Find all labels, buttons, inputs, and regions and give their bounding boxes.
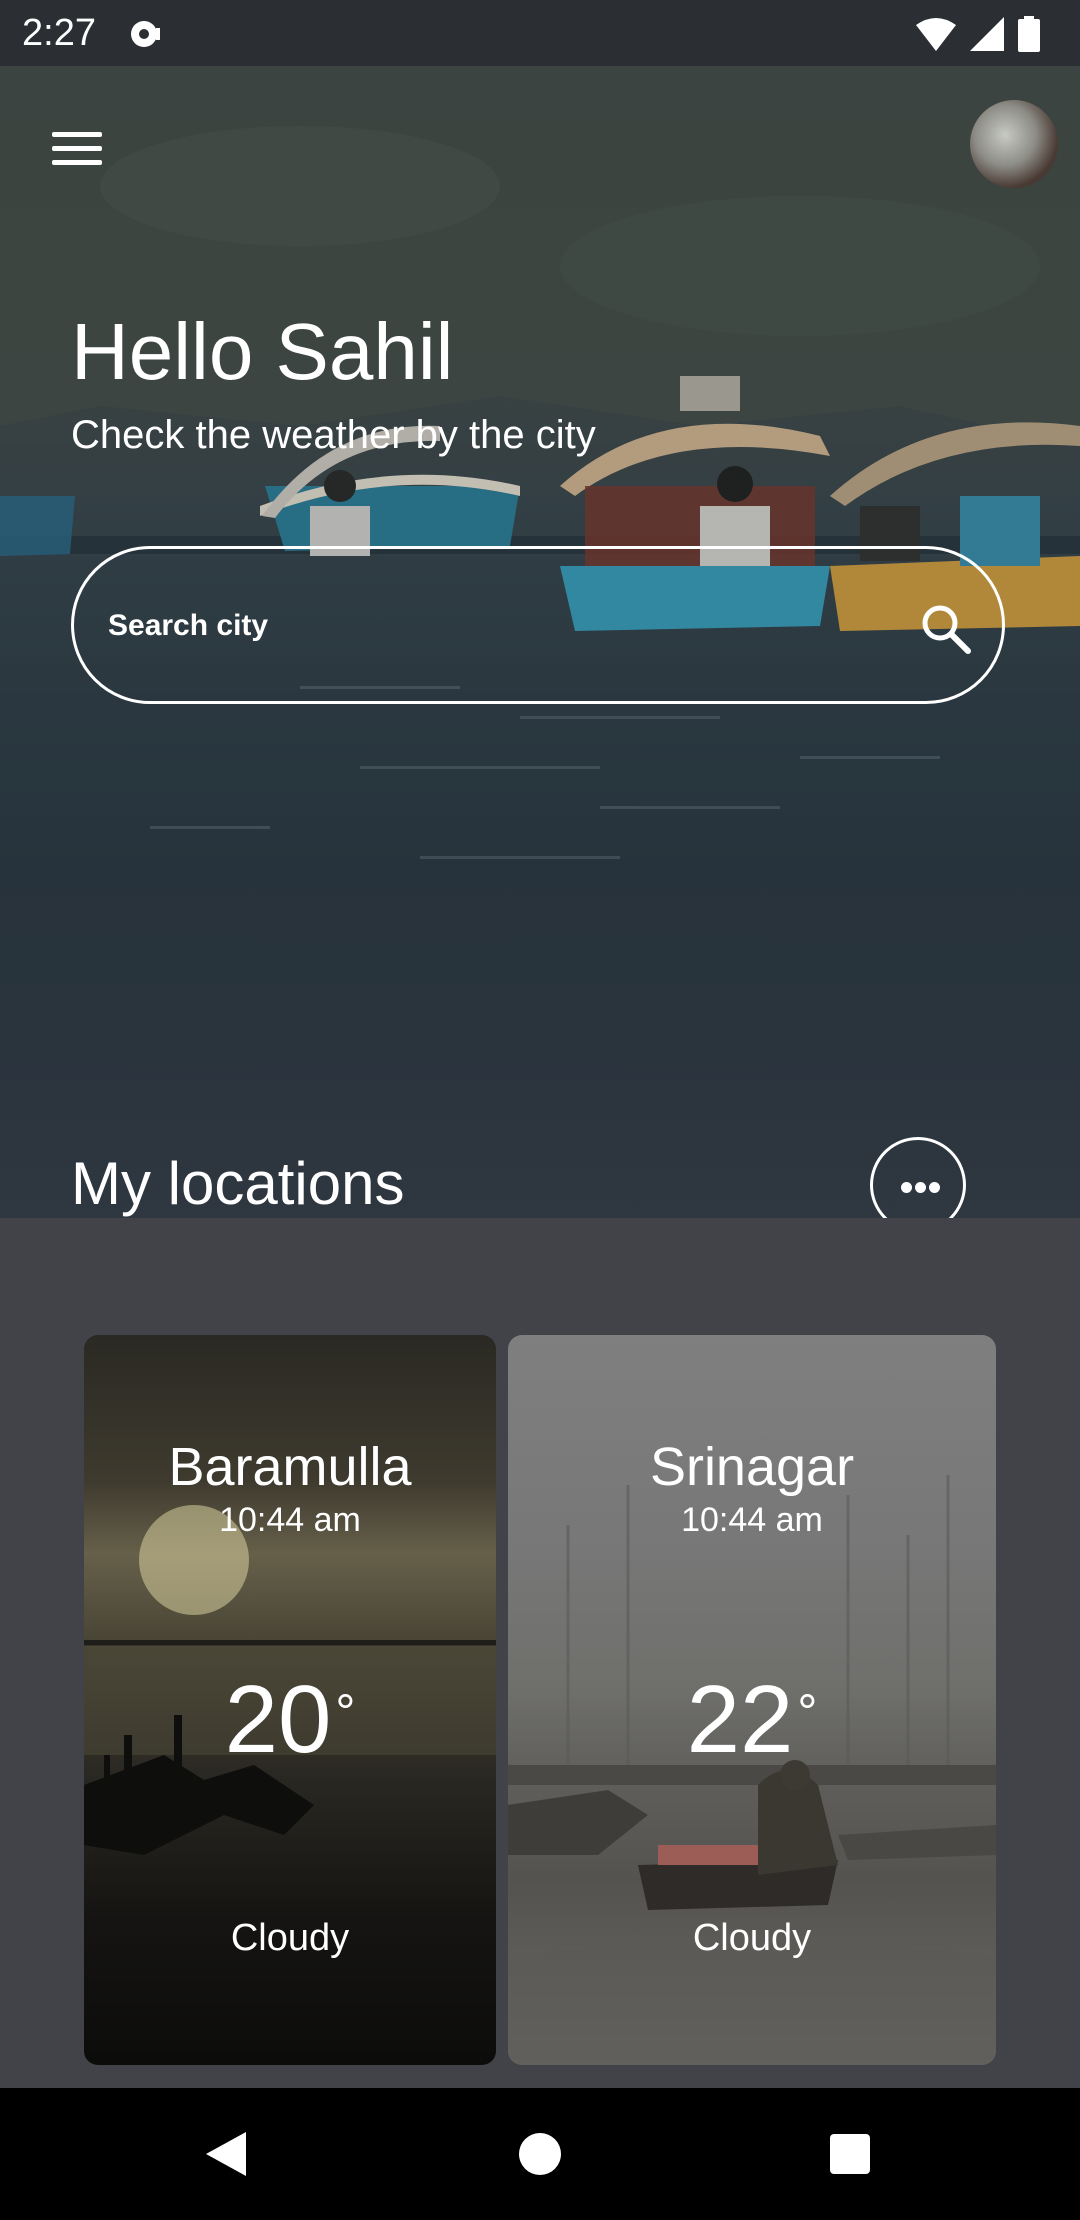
- card-temp-value: 20: [224, 1666, 332, 1773]
- card-temp-degree: °: [335, 1684, 356, 1740]
- home-icon[interactable]: [510, 2124, 570, 2184]
- back-icon[interactable]: [196, 2124, 256, 2184]
- card-condition: Cloudy: [692, 1917, 812, 1959]
- card-time: 10:44 am: [219, 1501, 361, 1539]
- menu-icon: [52, 132, 102, 137]
- status-time: 2:27: [22, 12, 96, 54]
- more-horizontal-icon: [901, 1182, 912, 1193]
- greeting-title: Hello Sahil: [71, 307, 454, 396]
- navigation-bar: [0, 2088, 1080, 2220]
- wifi-icon: [916, 18, 956, 51]
- locations-title: My locations: [71, 1150, 405, 1217]
- locations-panel: Baramulla 10:44 am 20° Cloudy Srinagar 1…: [0, 1218, 1080, 2088]
- card-temperature: 20°: [84, 1665, 496, 1775]
- card-temp-value: 22: [686, 1666, 794, 1773]
- search-input[interactable]: [106, 599, 870, 653]
- card-time: 10:44 am: [681, 1501, 823, 1539]
- greeting-subtitle: Check the weather by the city: [71, 413, 596, 457]
- card-temp-degree: °: [797, 1684, 818, 1740]
- card-condition: Cloudy: [230, 1917, 350, 1959]
- menu-button[interactable]: [50, 122, 104, 176]
- notification-icon: [131, 21, 160, 47]
- recents-icon[interactable]: [820, 2124, 880, 2184]
- hero-section: Hello Sahil Check the weather by the cit…: [0, 66, 1080, 1218]
- signal-icon: [970, 17, 1004, 51]
- location-card-baramulla[interactable]: Baramulla 10:44 am 20° Cloudy: [84, 1335, 496, 2065]
- card-city: Srinagar: [649, 1437, 855, 1497]
- location-card-srinagar[interactable]: Srinagar 10:44 am 22° Cloudy: [508, 1335, 996, 2065]
- user-avatar[interactable]: [970, 100, 1058, 188]
- card-city: Baramulla: [168, 1437, 412, 1497]
- status-icons: [916, 12, 1040, 56]
- battery-icon: [1018, 16, 1040, 52]
- status-bar: 2:27: [0, 0, 1080, 66]
- search-icon[interactable]: [918, 601, 974, 657]
- card-temperature: 22°: [508, 1665, 996, 1775]
- search-bar[interactable]: [71, 546, 1005, 704]
